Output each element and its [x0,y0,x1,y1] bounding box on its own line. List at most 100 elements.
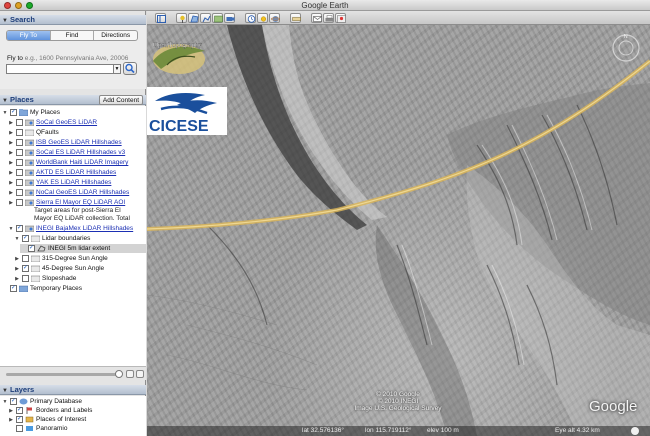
checkbox[interactable] [16,199,23,206]
checkbox[interactable] [16,179,23,186]
tree-item-label[interactable]: SoCal ES LiDAR Hillshades v3 [36,149,125,156]
collapsed-arrow-icon: ▶ [9,189,13,196]
placemark-button[interactable] [176,13,187,23]
checkbox[interactable] [16,425,23,432]
checkbox[interactable]: ✓ [16,407,23,414]
search-header[interactable]: ▼ Search [0,15,146,25]
checkbox[interactable] [22,275,29,282]
checkbox[interactable]: ✓ [16,225,23,232]
tree-item-socal-geoes-lidar[interactable]: ▶ SoCal GeoES LiDAR [8,118,97,127]
tree-item-slopeshade[interactable]: ▶ Slopeshade [14,274,76,283]
checkbox[interactable]: ✓ [28,245,35,252]
checkbox[interactable] [16,119,23,126]
camera-icon [226,17,235,21]
add-content-button[interactable]: Add Content [98,95,143,105]
layer-primary-database[interactable]: ▼ ✓ Primary Database [2,397,82,406]
email-button[interactable] [311,13,322,23]
layer-label: Borders and Labels [36,407,93,414]
tree-item-label[interactable]: WorldBank Haiti LiDAR Imagery [36,159,128,166]
record-tour-button[interactable] [224,13,235,23]
navigation-compass[interactable]: N [611,33,641,63]
tab-directions[interactable]: Directions [94,31,137,40]
layer-borders-labels[interactable]: ▶ ✓ Borders and Labels [8,406,92,415]
opacity-slider-track[interactable] [6,373,119,376]
checkbox[interactable]: ✓ [16,416,23,423]
tree-item-label[interactable]: INEGI BajaMex LiDAR Hillshades [36,225,133,232]
play-icon[interactable] [136,370,144,378]
fly-to-dropdown[interactable]: ▼ [113,64,121,74]
tree-item-worldbank-haiti[interactable]: ▶ WorldBank Haiti LiDAR Imagery [8,158,128,167]
expand-triangle-icon: ▼ [2,98,8,104]
checkbox[interactable] [16,159,23,166]
polygon-icon [37,245,46,252]
search-button[interactable] [123,62,137,75]
checkbox[interactable]: ✓ [22,235,29,242]
network-link-icon [25,139,34,146]
tree-item-qfaults[interactable]: ▶ QFaults [8,128,59,137]
tree-item-label: Slopeshade [42,275,77,282]
tree-item-label[interactable]: Sierra El Mayor EQ LiDAR AOI [36,199,125,206]
tree-item-label[interactable]: NoCal GeoES LiDAR Hillshades [36,189,129,196]
checkbox[interactable]: ✓ [22,265,29,272]
checkbox[interactable] [16,139,23,146]
tree-item-inegi-bajamex[interactable]: ▼ ✓ INEGI BajaMex LiDAR Hillshades [8,224,133,233]
tree-item-label[interactable]: YAK ES LiDAR Hillshades [36,179,111,186]
checkbox[interactable]: ✓ [10,109,17,116]
view-in-maps-button[interactable] [335,13,346,23]
tree-item-aktd-es[interactable]: ▶ AKTD ES LiDAR Hillshades [8,168,116,177]
layer-label: Primary Database [30,398,83,405]
image-overlay-button[interactable] [212,13,223,23]
tree-item-sierra-el-mayor[interactable]: ▶ Sierra El Mayor EQ LiDAR AOI [8,198,125,207]
layers-header[interactable]: ▼ Layers [0,385,146,395]
switch-planet-button[interactable] [269,13,280,23]
sidebar-toggle-button[interactable] [155,13,166,23]
fly-to-input[interactable] [6,64,114,74]
sidebar-icon [157,15,166,23]
earth-map-view[interactable]: OpenTopography CICESE N © 2010 Google © … [147,25,650,436]
collapsed-arrow-icon: ▶ [9,416,13,423]
polygon-button[interactable] [188,13,199,23]
sunlight-button[interactable] [257,13,268,23]
tree-item-315-sun[interactable]: ▶ 315-Degree Sun Angle [14,254,108,263]
tree-item-label: QFaults [36,129,59,136]
ruler-button[interactable] [290,13,301,23]
tree-item-label[interactable]: SoCal GeoES LiDAR [36,119,97,126]
tab-find-businesses[interactable]: Find Businesses [51,31,95,40]
tree-item-inegi-5m-extent[interactable]: ✓ INEGI 5m lidar extent [20,244,146,253]
tree-item-label[interactable]: AKTD ES LiDAR Hillshades [36,169,116,176]
network-link-icon [25,159,34,166]
checkbox[interactable]: ✓ [10,398,17,405]
checkbox[interactable] [22,255,29,262]
planet-icon [271,16,280,22]
opacity-slider-knob[interactable] [115,370,123,378]
item-description: Target areas for post-Sierra El Mayor EQ… [34,207,130,223]
checkbox[interactable] [16,189,23,196]
tree-item-label: 45-Degree Sun Angle [42,265,105,272]
checkbox[interactable]: ✓ [10,285,17,292]
checkbox[interactable] [16,149,23,156]
tree-item-isb-geoes[interactable]: ▶ ISB GeoES LiDAR Hillshades [8,138,122,147]
layer-places-of-interest[interactable]: ▶ ✓ Places of Interest [8,415,86,424]
checkbox[interactable] [16,169,23,176]
collapsed-arrow-icon: ▶ [15,255,19,262]
tree-item-my-places[interactable]: ▼ ✓ My Places [2,108,60,117]
checkbox[interactable] [16,129,23,136]
network-link-icon [25,149,34,156]
tree-item-socal-es-v3[interactable]: ▶ SoCal ES LiDAR Hillshades v3 [8,148,125,157]
path-button[interactable] [200,13,211,23]
folder-icon [31,275,40,282]
tree-item-45-sun[interactable]: ▶ ✓ 45-Degree Sun Angle [14,264,104,273]
print-button[interactable] [323,13,334,23]
tree-item-label[interactable]: ISB GeoES LiDAR Hillshades [36,139,122,146]
tab-fly-to[interactable]: Fly To [7,31,51,40]
tree-item-lidar-boundaries[interactable]: ▼ ✓ Lidar boundaries [14,234,90,243]
historical-imagery-button[interactable] [245,13,256,23]
cicese-logo: CICESE [147,87,227,135]
tree-item-temporary-places[interactable]: ✓ Temporary Places [2,284,82,293]
tree-item-yak-es[interactable]: ▶ YAK ES LiDAR Hillshades [8,178,111,187]
database-icon [19,398,28,405]
tree-item-nocal-geoes[interactable]: ▶ NoCal GeoES LiDAR Hillshades [8,188,129,197]
layer-panoramio[interactable]: Panoramio [8,424,67,433]
tour-icon[interactable] [126,370,134,378]
tree-item-label: INEGI 5m lidar extent [48,245,111,252]
